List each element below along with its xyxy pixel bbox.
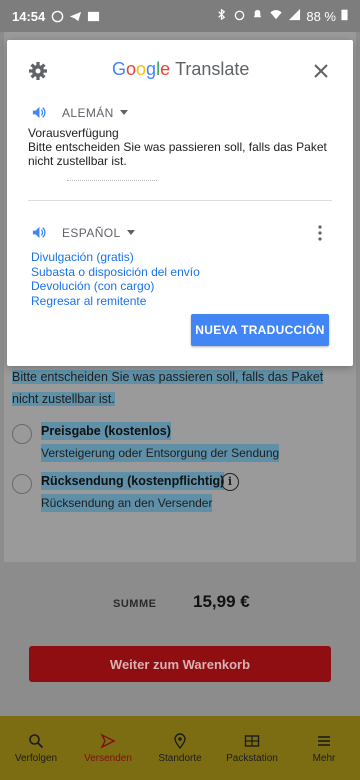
info-icon[interactable]: i [221,473,239,491]
sum-value: 15,99 € [193,592,250,611]
nav-verfolgen[interactable]: Verfolgen [0,716,72,780]
gear-icon[interactable] [28,61,48,81]
nav-standorte[interactable]: Standorte [144,716,216,780]
telegram-icon [69,10,83,22]
nav-label: Standorte [158,752,202,764]
status-bar: 14:54 88 % [0,0,360,32]
translation-results: Divulgación (gratis) Subasta o disposici… [31,250,200,308]
location-pin-icon [174,732,186,749]
sum-label: SUMME [113,598,157,610]
send-icon [100,732,116,749]
nav-versenden[interactable]: Versenden [72,716,144,780]
continue-to-cart-button[interactable]: Weiter zum Warenkorb [29,646,331,682]
menu-icon [318,735,330,746]
nav-mehr[interactable]: Mehr [288,716,360,780]
chevron-down-icon [119,110,128,115]
undeliverable-question: Bitte entscheiden Sie was passieren soll… [12,370,324,406]
option-subtitle: Rücksendung an den Versender [41,494,213,512]
status-time: 14:54 [12,8,46,24]
bluetooth-off-icon [215,8,228,24]
divider [28,200,332,201]
source-text: Vorausverfügung Bitte entscheiden Sie wa… [28,126,327,168]
option-title: Rücksendung (kostenpflichtig) [41,472,225,490]
more-vert-icon[interactable] [317,225,323,241]
radio-button[interactable] [12,474,32,494]
option-subtitle: Versteigerung oder Entsorgung der Sendun… [41,444,280,462]
nav-packstation[interactable]: Packstation [216,716,288,780]
nav-label: Verfolgen [14,752,58,764]
speaker-icon[interactable] [31,225,46,240]
option-title: Preisgabe (kostenlos) [41,422,171,440]
translation-line: Divulgación (gratis) [31,250,134,264]
target-language-selector[interactable]: ESPAÑOL [31,225,135,240]
signal-icon [288,8,301,24]
source-language-selector[interactable]: ALEMÁN [31,105,128,120]
source-language-label: ALEMÁN [62,105,114,120]
search-icon [29,733,44,748]
packstation-icon [244,734,260,747]
translate-popup: Google Translate ALEMÁN Vorausverfügung B… [7,40,353,366]
notifications-off-icon [251,8,264,24]
text-fade [67,180,157,184]
close-icon[interactable] [312,62,330,80]
whatsapp-icon [51,10,65,23]
nav-label: Versenden [84,752,132,764]
radio-button[interactable] [12,424,32,444]
new-translation-button[interactable]: NUEVA TRADUCCIÓN [191,314,329,346]
translation-line: Regresar al remitente [31,293,147,308]
target-language-label: ESPAÑOL [62,225,121,240]
battery-text: 88 % [306,8,336,24]
nav-label: Mehr [312,752,336,764]
wifi-icon [269,8,283,24]
nav-label: Packstation [226,752,278,764]
google-translate-logo: Google Translate [112,59,250,79]
translation-line: Subasta o disposición del envío [31,264,200,279]
chevron-down-icon [126,230,135,235]
bottom-navigation: Verfolgen Versenden Standorte Packstatio… [0,716,360,780]
alarm-icon [233,8,246,24]
battery-icon [341,8,348,24]
speaker-icon[interactable] [31,105,46,120]
image-icon [87,10,101,22]
translation-line: Devolución (con cargo) [31,279,155,293]
